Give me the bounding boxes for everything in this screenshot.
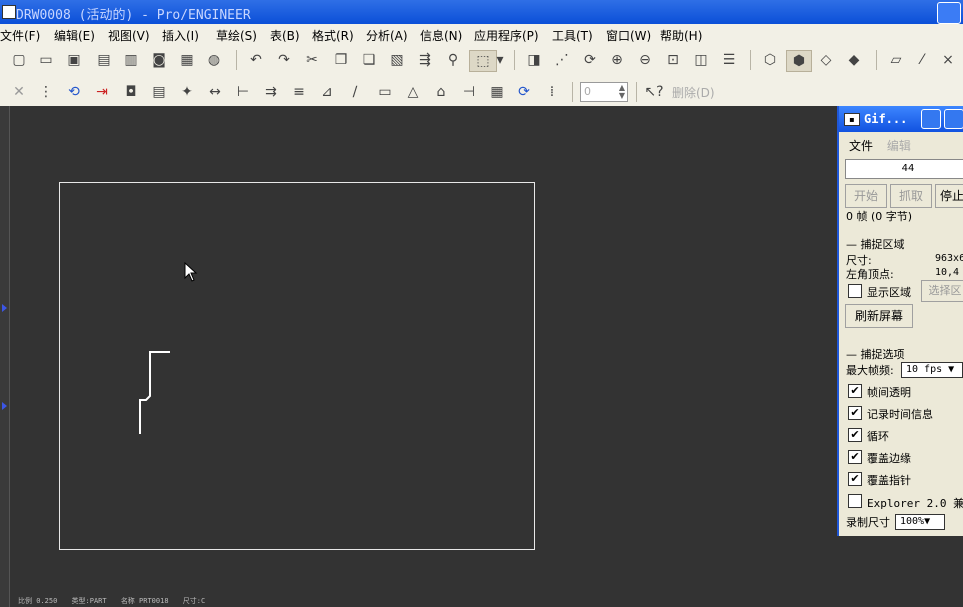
gif-app-icon[interactable]: ▪ xyxy=(844,113,860,126)
status-bar: 比例 0.250 类型:PART 名称 PRT0018 尺寸:C xyxy=(18,596,215,606)
record-time-checkbox[interactable]: ✔ xyxy=(848,406,862,420)
gif-minimize-button[interactable] xyxy=(921,109,941,129)
explorer-compat-label: Explorer 2.0 兼容 xyxy=(867,497,963,510)
transparent-label: 帧间透明 xyxy=(867,386,911,399)
gif-start-button[interactable]: 开始 xyxy=(845,184,887,208)
transparent-checkbox[interactable]: ✔ xyxy=(848,384,862,398)
gif-frames-info: 0 帧 (0 字节) xyxy=(846,210,913,223)
cover-edge-checkbox[interactable]: ✔ xyxy=(848,450,862,464)
cover-edge-label: 覆盖边缘 xyxy=(867,452,911,465)
topleft-value: 10,4 xyxy=(935,267,960,278)
show-area-checkbox[interactable] xyxy=(848,284,862,298)
gif-menu-edit[interactable]: 编辑 xyxy=(887,139,911,153)
refresh-screen-button[interactable]: 刷新屏幕 xyxy=(845,304,913,328)
sketch-entity[interactable] xyxy=(139,351,170,434)
explorer-compat-checkbox[interactable] xyxy=(848,494,862,508)
show-area-label: 显示区域 xyxy=(867,286,911,299)
gif-stop-button[interactable]: 停止 xyxy=(935,184,963,208)
max-fps-label: 最大帧频: xyxy=(846,364,894,377)
gif-capture-window: ▪ Gif... 文件 编辑 44 开始 抓取 停止 0 帧 (0 字节) — … xyxy=(837,106,963,536)
select-area-button[interactable]: 选择区 xyxy=(921,280,963,302)
topleft-label: 左角顶点: xyxy=(846,268,894,281)
size-value: 963x6 xyxy=(935,253,963,264)
status-scale: 比例 0.250 xyxy=(18,597,58,605)
status-name: 名称 PRT0018 xyxy=(120,597,169,605)
gif-menu-file[interactable]: 文件 xyxy=(849,139,873,153)
max-fps-select[interactable]: 10 fps ▼ xyxy=(901,362,963,378)
mouse-pointer-icon xyxy=(184,262,198,282)
gif-frame-count: 44 xyxy=(845,159,963,179)
record-size-select[interactable]: 100%▼ xyxy=(895,514,945,530)
cover-pointer-label: 覆盖指针 xyxy=(867,474,911,487)
gif-title: Gif... xyxy=(864,112,908,126)
gif-menu: 文件 编辑 xyxy=(849,137,911,154)
capture-area-header: — 捕捉区域 xyxy=(846,238,905,251)
status-size: 尺寸:C xyxy=(182,597,206,605)
loop-label: 循环 xyxy=(867,430,889,443)
cover-pointer-checkbox[interactable]: ✔ xyxy=(848,472,862,486)
sketch-geometry xyxy=(139,351,170,434)
gif-title-bar[interactable]: ▪ Gif... xyxy=(839,106,963,132)
gif-maximize-button[interactable] xyxy=(944,109,963,129)
record-time-label: 记录时间信息 xyxy=(867,408,933,421)
gif-capture-button[interactable]: 抓取 xyxy=(890,184,932,208)
record-size-label: 录制尺寸 xyxy=(846,516,890,529)
status-type: 类型:PART xyxy=(71,597,107,605)
loop-checkbox[interactable]: ✔ xyxy=(848,428,862,442)
capture-options-header: — 捕捉选项 xyxy=(846,348,905,361)
